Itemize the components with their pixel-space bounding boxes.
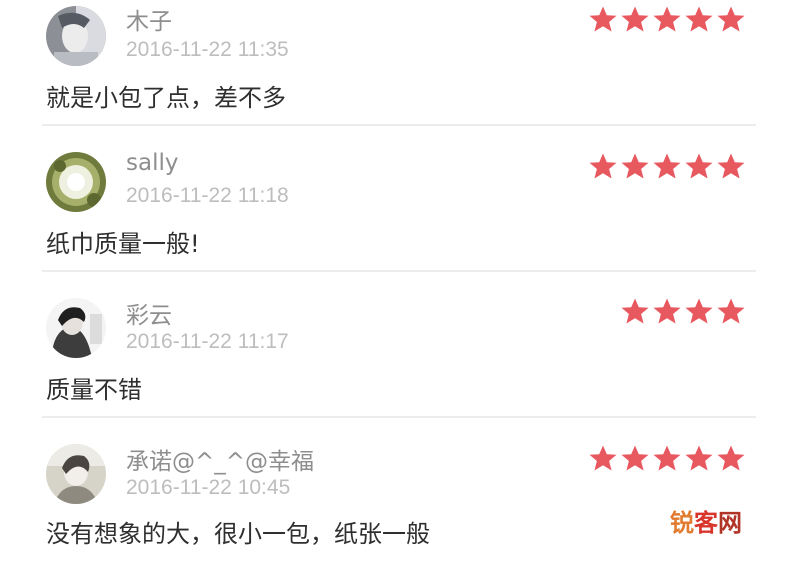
portrait-avatar-icon	[46, 6, 106, 66]
star-icon	[589, 6, 617, 32]
star-icon	[621, 153, 649, 179]
watermark-text: 锐客网	[670, 509, 742, 537]
star-icon	[685, 298, 713, 324]
star-icon	[717, 445, 745, 471]
review-text: 质量不错	[46, 376, 142, 404]
rating-stars	[588, 5, 746, 33]
avatar[interactable]	[46, 298, 106, 358]
username: 木子	[126, 9, 172, 35]
flower-avatar-icon	[46, 152, 106, 212]
rating-stars	[588, 152, 746, 180]
portrait-avatar-icon	[46, 444, 106, 504]
review-time: 2016-11-22 11:18	[126, 184, 289, 207]
portrait-avatar-icon	[46, 298, 106, 358]
review-time: 2016-11-22 10:45	[126, 476, 291, 499]
star-icon	[717, 153, 745, 179]
star-icon	[653, 298, 681, 324]
username: sally	[126, 150, 179, 176]
username: 彩云	[126, 303, 172, 329]
review-text: 没有想象的大，很小一包，纸张一般	[46, 520, 430, 548]
star-icon	[685, 445, 713, 471]
divider	[42, 270, 756, 272]
star-icon	[717, 6, 745, 32]
rating-stars	[620, 297, 746, 325]
star-icon	[621, 445, 649, 471]
review-item: 木子 2016-11-22 11:35 就是小包了点，差不多	[0, 0, 800, 146]
star-icon	[653, 6, 681, 32]
avatar[interactable]	[46, 152, 106, 212]
star-icon	[589, 445, 617, 471]
review-item: 彩云 2016-11-22 11:17 质量不错	[0, 292, 800, 438]
avatar[interactable]	[46, 444, 106, 504]
watermark-logo: 锐客网	[670, 508, 744, 539]
star-icon	[621, 298, 649, 324]
review-item: sally 2016-11-22 11:18 纸巾质量一般!	[0, 146, 800, 292]
star-icon	[717, 298, 745, 324]
review-list: 木子 2016-11-22 11:35 就是小包了点，差不多 sally 201…	[0, 0, 800, 550]
review-time: 2016-11-22 11:17	[126, 330, 289, 353]
review-text: 就是小包了点，差不多	[46, 84, 286, 112]
star-icon	[589, 153, 617, 179]
avatar[interactable]	[46, 6, 106, 66]
star-icon	[685, 6, 713, 32]
review-text: 纸巾质量一般!	[46, 230, 200, 258]
star-icon	[653, 445, 681, 471]
rating-stars	[588, 444, 746, 472]
review-time: 2016-11-22 11:35	[126, 38, 289, 61]
divider	[42, 416, 756, 418]
star-icon	[685, 153, 713, 179]
divider	[42, 124, 756, 126]
username: 承诺@^_^@幸福	[126, 449, 315, 475]
star-icon	[621, 6, 649, 32]
star-icon	[653, 153, 681, 179]
